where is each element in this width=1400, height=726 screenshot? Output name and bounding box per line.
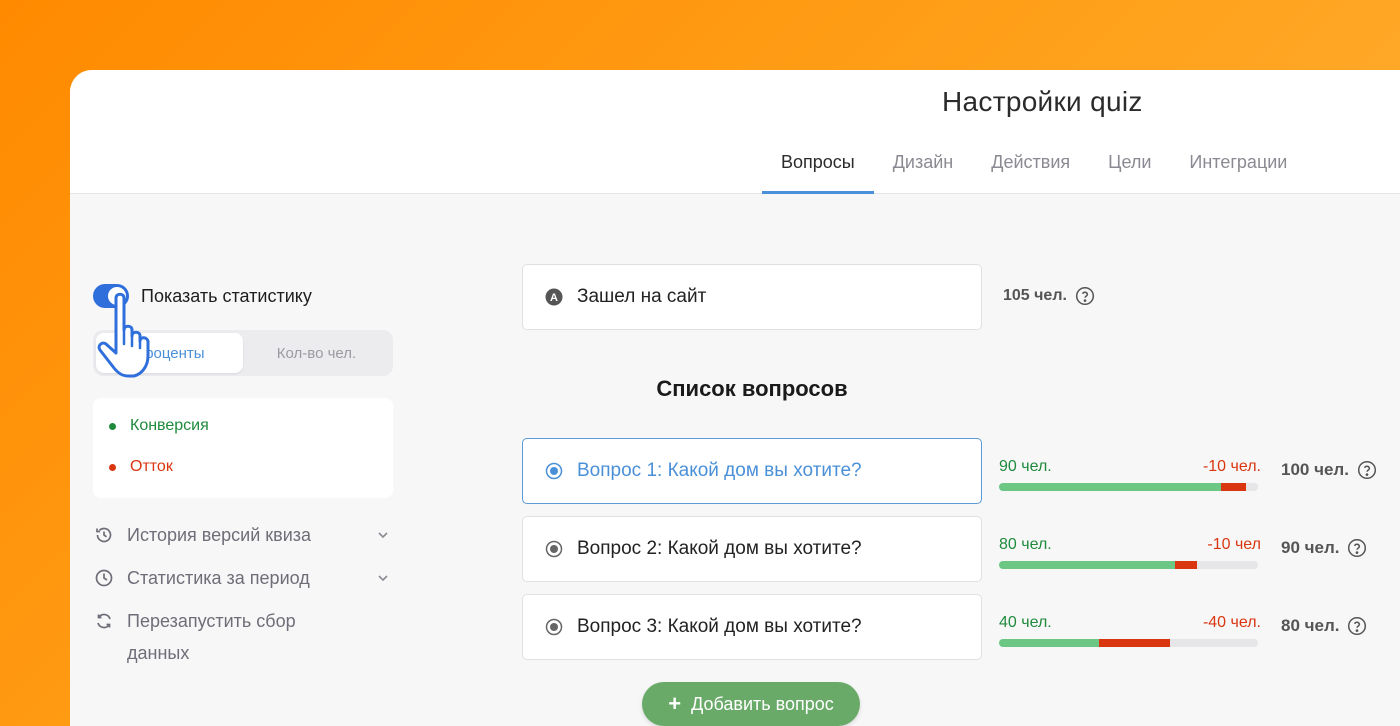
question-total-value: 80 чел. xyxy=(1281,616,1340,635)
churn-dot xyxy=(109,463,116,471)
segment-count[interactable]: Кол-во чел. xyxy=(243,333,390,373)
questions-section-title: Список вопросов xyxy=(656,376,848,401)
entry-count: 105 чел. xyxy=(1003,286,1095,306)
history-icon xyxy=(93,519,115,551)
entry-count-value: 105 чел. xyxy=(1003,287,1067,304)
question-stat: 90 чел. -10 чел. xyxy=(999,458,1261,491)
question-label: Вопрос 2: Какой дом вы хотите? xyxy=(577,538,862,559)
churn-count: -10 чел xyxy=(1207,536,1261,553)
progress-bar xyxy=(999,483,1258,491)
conversion-count: 40 чел. xyxy=(999,614,1052,631)
question-label: Вопрос 3: Какой дом вы хотите? xyxy=(577,616,862,637)
menu-version-history[interactable]: История версий квиза xyxy=(93,519,393,551)
chevron-down-icon[interactable] xyxy=(373,519,393,551)
conversion-count: 90 чел. xyxy=(999,458,1052,475)
tab-integrations[interactable]: Интеграции xyxy=(1170,142,1306,194)
menu-period-stats-label: Статистика за период xyxy=(127,568,310,588)
help-icon[interactable] xyxy=(1347,616,1367,636)
radio-icon xyxy=(545,540,563,558)
menu-period-stats[interactable]: Статистика за период xyxy=(93,562,393,594)
question-stat: 40 чел. -40 чел. xyxy=(999,614,1261,647)
add-question-button[interactable]: + Добавить вопрос xyxy=(642,682,860,726)
question-total: 80 чел. xyxy=(1281,616,1367,636)
tab-goals[interactable]: Цели xyxy=(1089,142,1170,194)
entry-label: Зашел на сайт xyxy=(577,286,707,307)
churn-count: -40 чел. xyxy=(1202,614,1261,631)
help-icon[interactable] xyxy=(1347,538,1367,558)
tab-bar: Вопросы Дизайн Действия Цели Интеграции xyxy=(762,142,1306,194)
conversion-count: 80 чел. xyxy=(999,536,1052,553)
question-total-value: 90 чел. xyxy=(1281,538,1340,557)
progress-bar xyxy=(999,639,1258,647)
conversion-bar xyxy=(999,639,1100,647)
tab-design[interactable]: Дизайн xyxy=(874,142,973,194)
question-card[interactable]: Вопрос 2: Какой дом вы хотите? xyxy=(522,516,982,582)
legend-churn: Отток xyxy=(109,455,377,479)
question-stat: 80 чел. -10 чел xyxy=(999,536,1261,569)
start-badge-icon: A xyxy=(545,288,563,306)
question-total: 90 чел. xyxy=(1281,538,1367,558)
hand-pointer-icon xyxy=(97,292,150,378)
page-title: Настройки quiz xyxy=(942,86,1143,117)
question-total-value: 100 чел. xyxy=(1281,460,1349,479)
stats-legend: Конверсия Отток xyxy=(93,398,393,498)
question-total: 100 чел. xyxy=(1281,460,1377,480)
churn-count: -10 чел. xyxy=(1202,458,1261,475)
question-label: Вопрос 1: Какой дом вы хотите? xyxy=(577,460,862,481)
help-icon[interactable] xyxy=(1357,460,1377,480)
menu-restart-collection-label: Перезапустить сбор данных xyxy=(127,611,296,663)
chevron-down-icon[interactable] xyxy=(373,562,393,594)
conversion-bar xyxy=(999,561,1175,569)
show-stats-label: Показать статистику xyxy=(141,285,312,306)
churn-bar xyxy=(1174,561,1197,569)
progress-bar xyxy=(999,561,1258,569)
refresh-icon xyxy=(93,605,115,637)
legend-conversion-label: Конверсия xyxy=(130,417,209,434)
entry-card[interactable]: A Зашел на сайт xyxy=(522,264,982,330)
header: Настройки quiz Вопросы Дизайн Действия Ц… xyxy=(70,70,1400,194)
conversion-bar xyxy=(999,483,1221,491)
tab-actions[interactable]: Действия xyxy=(972,142,1089,194)
question-card[interactable]: Вопрос 3: Какой дом вы хотите? xyxy=(522,594,982,660)
legend-conversion: Конверсия xyxy=(109,414,377,438)
svg-text:A: A xyxy=(550,292,558,304)
conversion-dot xyxy=(109,422,116,430)
radio-icon xyxy=(545,462,563,480)
churn-bar xyxy=(1220,483,1246,491)
add-question-label: Добавить вопрос xyxy=(691,693,834,714)
clock-icon xyxy=(93,562,115,594)
radio-icon xyxy=(545,618,563,636)
help-icon[interactable] xyxy=(1075,286,1095,306)
legend-churn-label: Отток xyxy=(130,458,173,475)
menu-restart-collection[interactable]: Перезапустить сбор данных xyxy=(93,605,353,669)
question-card[interactable]: Вопрос 1: Какой дом вы хотите? xyxy=(522,438,982,504)
churn-bar xyxy=(1099,639,1170,647)
app-window: Настройки quiz Вопросы Дизайн Действия Ц… xyxy=(70,70,1400,726)
tab-questions[interactable]: Вопросы xyxy=(762,142,874,194)
plus-icon: + xyxy=(668,691,682,716)
menu-version-history-label: История версий квиза xyxy=(127,525,312,545)
